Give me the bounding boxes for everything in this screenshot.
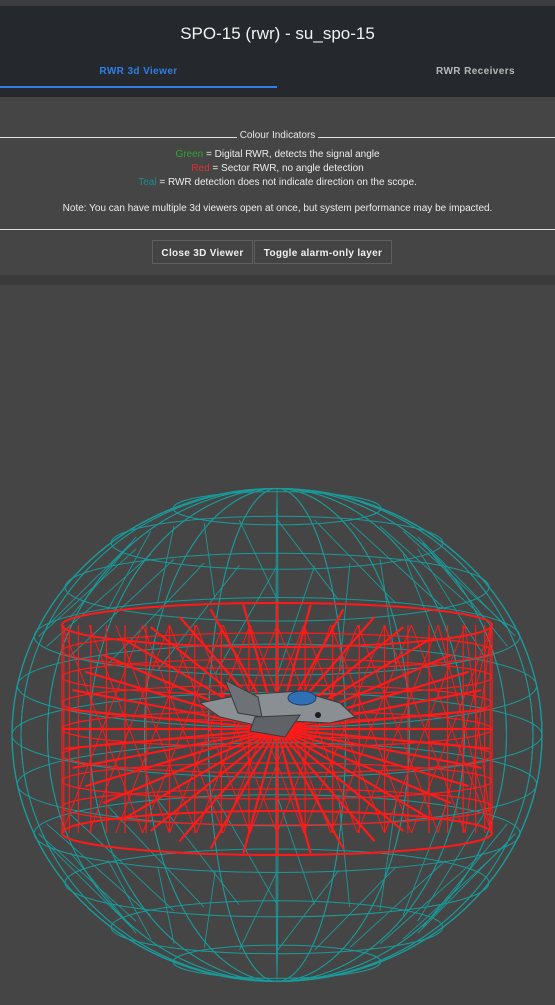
- indicator-red: Red = Sector RWR, no angle detection: [0, 163, 555, 174]
- sphere-facet-edge: [276, 519, 339, 600]
- sphere-facet-edge: [417, 536, 516, 637]
- rwr-3d-scene: [11, 487, 543, 983]
- indicator-teal-text: = RWR detection does not indicate direct…: [156, 177, 417, 188]
- sphere-facet-edge: [70, 814, 175, 912]
- sphere-facet-edge: [238, 520, 277, 599]
- sphere-facet-edge: [203, 870, 216, 948]
- sphere-facet-edge: [349, 522, 446, 610]
- sphere-facet-edge: [107, 530, 152, 610]
- sphere-facet-edge: [417, 814, 484, 922]
- sphere-facet-edge: [157, 866, 175, 944]
- close-3d-viewer-button[interactable]: Close 3D Viewer: [152, 240, 253, 264]
- sector-radial-spoke: [72, 727, 278, 770]
- sphere-facet-edge: [239, 871, 278, 950]
- rwr-3d-viewport[interactable]: [0, 285, 555, 1000]
- indicator-teal: Teal = RWR detection does not indicate d…: [0, 177, 555, 188]
- sphere-facet-edge: [38, 833, 137, 922]
- indicator-red-text: = Sector RWR, no angle detection: [209, 163, 364, 174]
- window-top-strip: [0, 0, 555, 6]
- sphere-facet-edge: [156, 526, 175, 604]
- sphere-facet-edge: [379, 800, 397, 911]
- indicator-green-text: = Digital RWR, detects the signal angle: [203, 149, 380, 160]
- sphere-facet-edge: [107, 860, 152, 940]
- colour-indicators-legend: Colour Indicators: [236, 130, 319, 141]
- indicator-red-word: Red: [191, 163, 210, 174]
- indicator-green: Green = Digital RWR, detects the signal …: [0, 149, 555, 160]
- section-divider: [0, 275, 555, 285]
- toggle-alarm-only-layer-button[interactable]: Toggle alarm-only layer: [254, 240, 392, 264]
- colour-indicators-box: Colour Indicators Green = Digital RWR, d…: [0, 130, 555, 230]
- indicator-green-word: Green: [175, 149, 204, 160]
- indicator-teal-word: Teal: [138, 177, 157, 188]
- sector-radial-spoke: [276, 727, 482, 770]
- title-bar: SPO-15 (rwr) - su_spo-15 RWR 3d Viewer R…: [0, 0, 555, 97]
- aircraft-roundel: [315, 712, 321, 718]
- sphere-facet-edge: [349, 860, 446, 948]
- sphere-facet-edge: [338, 796, 351, 908]
- sphere-facet-edge: [379, 559, 398, 670]
- aircraft-canopy: [287, 690, 317, 706]
- tab-rwr-3d-viewer[interactable]: RWR 3d Viewer: [0, 62, 277, 88]
- sphere-facet-edge: [276, 870, 340, 951]
- performance-note: Note: You can have multiple 3d viewers o…: [62, 203, 493, 214]
- sphere-facet-edge: [46, 843, 132, 928]
- tab-rwr-receivers[interactable]: RWR Receivers: [398, 62, 553, 88]
- sphere-facet-edge: [203, 522, 216, 600]
- window-title: SPO-15 (rwr) - su_spo-15: [180, 24, 375, 43]
